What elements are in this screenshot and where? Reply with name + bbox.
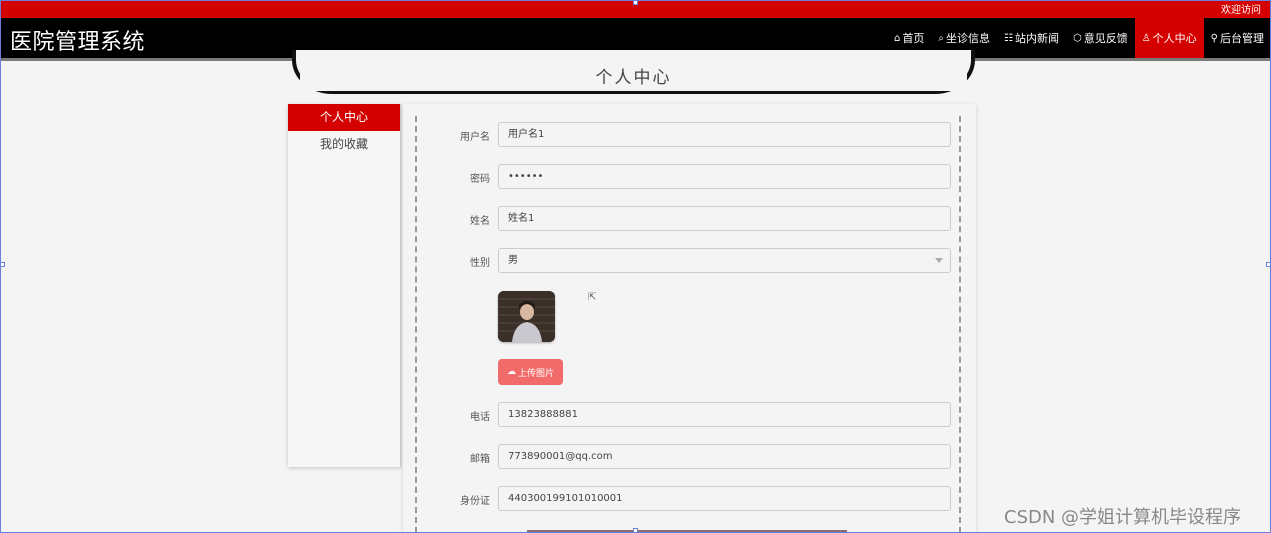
resize-handle-right[interactable] xyxy=(1266,262,1271,267)
email-label: 邮箱 xyxy=(470,454,490,465)
link-icon: ⚲ xyxy=(1210,32,1218,44)
nav-item-news[interactable]: ☷ 站内新闻 xyxy=(997,18,1066,58)
nav-item-admin[interactable]: ⚲ 后台管理 xyxy=(1204,18,1271,58)
resize-handle-top[interactable] xyxy=(633,0,638,5)
avatar xyxy=(498,291,555,342)
news-icon: ☷ xyxy=(1004,32,1013,44)
sidebar-item-personal-center[interactable]: 个人中心 xyxy=(288,104,400,131)
nav-item-label: 后台管理 xyxy=(1220,32,1264,45)
mouse-cursor-icon: ⇱ xyxy=(588,292,597,303)
nav-item-feedback[interactable]: ⬡ 意见反馈 xyxy=(1066,18,1135,58)
page-title: 个人中心 xyxy=(595,68,672,88)
phone-label: 电话 xyxy=(470,412,490,423)
password-input[interactable]: •••••• xyxy=(498,164,951,189)
chevron-down-icon xyxy=(935,258,943,263)
book-icon: ⌕ xyxy=(938,32,944,44)
upload-image-button[interactable]: ☁ 上传图片 xyxy=(498,359,563,385)
email-row: 邮箱 773890001@qq.com xyxy=(403,444,976,470)
watermark: CSDN @学姐计算机毕设程序 xyxy=(1004,507,1242,528)
sidebar: 个人中心 我的收藏 xyxy=(288,104,401,467)
id-card-row: 身份证 440300199101010001 xyxy=(403,486,976,512)
username-label: 用户名 xyxy=(460,132,490,143)
profile-form: 用户名 用户名1 密码 •••••• 姓名 姓名1 性别 男 电话 138238… xyxy=(403,104,976,533)
nav-item-label: 意见反馈 xyxy=(1083,32,1128,45)
gender-row: 性别 男 xyxy=(403,248,976,274)
resize-handle-left[interactable] xyxy=(0,262,5,267)
avatar-photo xyxy=(498,291,555,342)
feedback-icon: ⬡ xyxy=(1072,32,1082,44)
name-row: 姓名 姓名1 xyxy=(403,206,976,232)
sidebar-item-favorites[interactable]: 我的收藏 xyxy=(288,131,400,158)
cloud-upload-icon: ☁ xyxy=(506,367,516,377)
nav-item-label: 坐诊信息 xyxy=(946,32,990,45)
upload-button-label: 上传图片 xyxy=(517,368,554,379)
username-input[interactable]: 用户名1 xyxy=(498,122,951,147)
welcome-text: 欢迎访问 xyxy=(1221,5,1261,16)
email-input[interactable]: 773890001@qq.com xyxy=(498,444,951,469)
name-label: 姓名 xyxy=(470,216,490,227)
password-label: 密码 xyxy=(470,174,490,185)
username-row: 用户名 用户名1 xyxy=(403,122,976,148)
home-icon: ⌂ xyxy=(894,32,901,44)
name-input[interactable]: 姓名1 xyxy=(498,206,951,231)
phone-input[interactable]: 13823888881 xyxy=(498,402,951,427)
gender-select[interactable]: 男 xyxy=(498,248,951,273)
nav-item-label: 个人中心 xyxy=(1152,32,1197,45)
nav-item-personal-center[interactable]: ♙ 个人中心 xyxy=(1134,18,1204,58)
gender-label: 性别 xyxy=(470,258,490,269)
phone-row: 电话 13823888881 xyxy=(403,402,976,428)
id-card-label: 身份证 xyxy=(460,496,490,507)
nav-item-label: 站内新闻 xyxy=(1014,32,1059,45)
id-card-input[interactable]: 440300199101010001 xyxy=(498,486,951,511)
nav-item-label: 首页 xyxy=(902,32,925,45)
site-brand[interactable]: 医院管理系统 xyxy=(10,24,145,56)
password-row: 密码 •••••• xyxy=(403,164,976,190)
resize-handle-bottom[interactable] xyxy=(633,528,638,533)
user-icon: ♙ xyxy=(1141,32,1151,44)
